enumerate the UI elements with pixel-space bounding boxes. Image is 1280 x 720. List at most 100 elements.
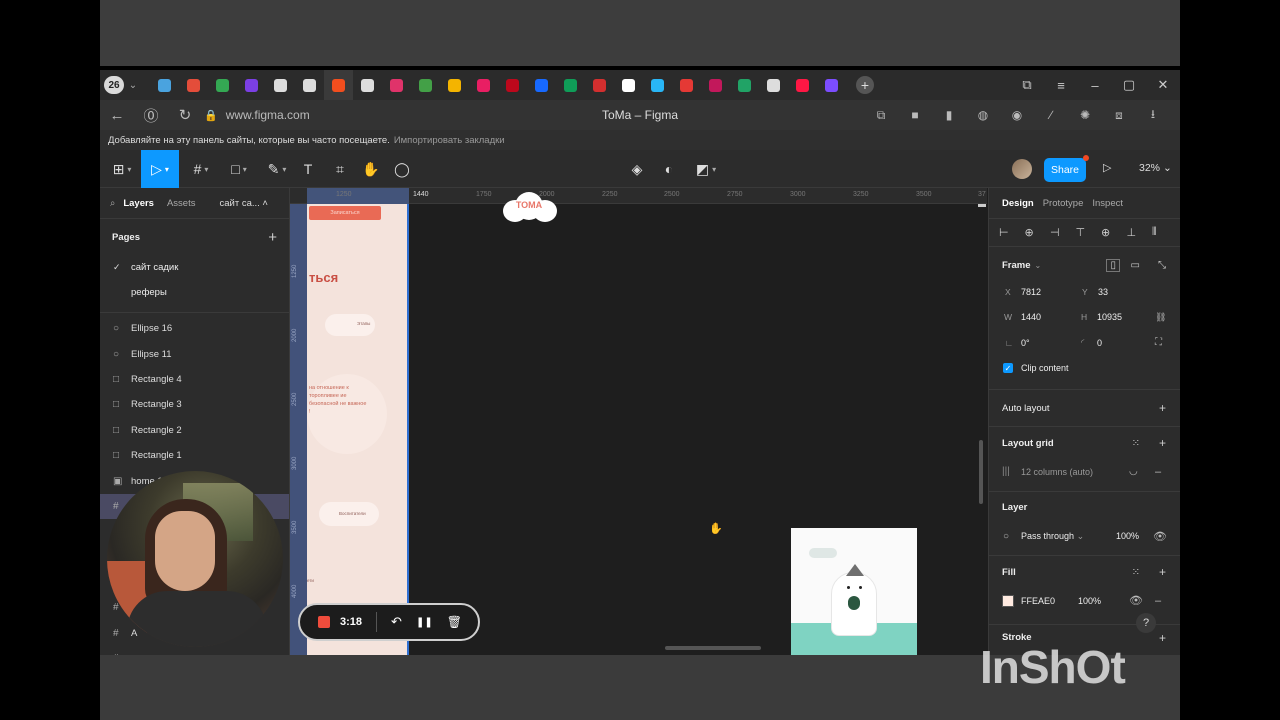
tab-favicon-icon[interactable] [593, 78, 606, 92]
reload-icon[interactable]: ↻ [168, 106, 202, 124]
align-bottom-icon[interactable]: ⊥ [1127, 226, 1153, 239]
download-icon[interactable]: ⭳ [1136, 105, 1170, 126]
import-bookmarks-link[interactable]: Импортировать закладки [394, 135, 505, 146]
tab-favicon-icon[interactable] [187, 78, 200, 92]
remove-grid-button[interactable]: – [1155, 466, 1161, 478]
tab-favicon-icon[interactable] [216, 78, 229, 92]
corner-radius-input[interactable]: 0 [1097, 338, 1102, 348]
url-field[interactable]: www.figma.com [226, 108, 310, 122]
frame-tool-button[interactable]: # ▾ [186, 150, 216, 188]
bookmark-icon[interactable]: ▮ [932, 108, 966, 122]
extension-icon[interactable]: ◉ [1000, 108, 1034, 122]
layer-item[interactable]: ○ Ellipse 16 [100, 316, 289, 341]
align-top-icon[interactable]: ⊤ [1076, 226, 1102, 239]
text-tool-button[interactable]: T [298, 150, 318, 188]
extension-icon[interactable]: ✺ [1068, 108, 1102, 122]
create-component-button[interactable]: ◈ [627, 150, 647, 188]
bear-illustration[interactable] [791, 528, 917, 655]
present-icon[interactable]: ▷ [1103, 161, 1111, 174]
active-tab[interactable] [324, 70, 353, 100]
move-tool-button[interactable]: ▷ ▾ [141, 150, 179, 188]
tab-favicon-icon[interactable] [390, 78, 403, 92]
tab-favicon-icon[interactable] [564, 78, 577, 92]
collections-icon[interactable]: ⧈ [1102, 108, 1136, 123]
menu-icon[interactable]: ≡ [1044, 78, 1078, 93]
w-input[interactable]: 1440 [1021, 312, 1041, 322]
new-tab-button[interactable]: + [856, 76, 874, 94]
camera-icon[interactable]: ■ [898, 108, 932, 122]
avatar[interactable] [1012, 159, 1032, 179]
layer-item[interactable]: #отзывы [100, 646, 289, 655]
tab-prototype[interactable]: Prototype [1043, 198, 1084, 209]
fill-hex-input[interactable]: FFEAE0 [1021, 596, 1055, 606]
grid-styles-icon[interactable]: ⁙ [1132, 438, 1140, 449]
tab-favicon-icon[interactable] [506, 78, 519, 92]
layer-item[interactable]: □ Rectangle 4 [100, 367, 289, 392]
columns-grid-icon[interactable]: ||| [1002, 466, 1010, 477]
stop-recording-button[interactable] [318, 616, 330, 628]
minimize-icon[interactable]: – [1078, 78, 1112, 93]
x-input[interactable]: 7812 [1021, 287, 1041, 297]
frame-signup-button[interactable]: Записаться [309, 206, 381, 220]
tab-favicon-icon[interactable] [535, 78, 548, 92]
align-center-v-icon[interactable]: ⊕ [1101, 226, 1127, 239]
maximize-icon[interactable]: ▢ [1112, 77, 1146, 93]
toma-logo[interactable]: ТОМА [499, 190, 559, 226]
vertical-scrollbar[interactable] [979, 440, 983, 504]
independent-corners-icon[interactable]: ⛶ [1155, 337, 1162, 348]
tab-count-badge[interactable]: 26 [104, 76, 124, 94]
extension-icon[interactable]: ◍ [966, 108, 1000, 122]
tab-favicon-icon[interactable] [767, 78, 780, 92]
tab-favicon-icon[interactable] [651, 78, 664, 92]
tab-favicon-icon[interactable] [245, 78, 258, 92]
constrain-proportions-icon[interactable]: ⛓ [1155, 312, 1166, 323]
align-left-icon[interactable]: ⊢ [999, 226, 1025, 239]
mask-button[interactable]: ◐ [659, 150, 679, 188]
trash-icon[interactable]: 🗑 [447, 615, 462, 629]
resize-to-fit-icon[interactable]: ⤡ [1158, 260, 1166, 271]
undo-icon[interactable]: ↶ [391, 614, 402, 630]
pause-icon[interactable]: ❚❚ [416, 617, 433, 628]
yandex-icon[interactable]: ⓪ [134, 105, 168, 126]
frame-dropdown[interactable]: Frame ⌄ [1002, 260, 1041, 271]
tab-assets[interactable]: Assets [167, 198, 196, 209]
tab-favicon-icon[interactable] [709, 78, 722, 92]
add-layout-grid-button[interactable]: + [1159, 436, 1166, 450]
clip-content-checkbox[interactable]: ✓ [1003, 363, 1013, 374]
tab-favicon-icon[interactable] [448, 78, 461, 92]
hide-icon[interactable]: ◡ [1129, 466, 1138, 477]
tab-favicon-icon[interactable] [303, 78, 316, 92]
tab-favicon-icon[interactable] [419, 78, 432, 92]
align-center-h-icon[interactable]: ⊕ [1025, 226, 1051, 239]
resources-button[interactable]: ⌗ [330, 150, 350, 188]
share-button[interactable]: Share [1044, 158, 1086, 182]
shape-tool-button[interactable]: □ ▾ [224, 150, 254, 188]
hand-tool-button[interactable]: ✋ [361, 150, 381, 188]
h-input[interactable]: 10935 [1097, 312, 1122, 322]
pen-extension-icon[interactable]: ∕ [1034, 108, 1068, 122]
tab-favicon-icon[interactable] [274, 78, 287, 92]
canvas[interactable]: 1250 1440 1750 2000 2250 2500 2750 3000 … [290, 188, 987, 655]
copy-link-icon[interactable]: ⧉ [864, 108, 898, 123]
chevron-down-icon[interactable]: ⌄ [124, 80, 142, 91]
portrait-icon[interactable]: ▯ [1106, 258, 1120, 272]
close-icon[interactable]: ✕ [1146, 77, 1180, 93]
layer-item[interactable]: □ Rectangle 2 [100, 418, 289, 443]
selected-frame[interactable]: Записаться ться Этапы на отношение к тор… [307, 204, 409, 655]
grid-item-label[interactable]: 12 columns (auto) [1021, 467, 1093, 477]
tab-favicon-icon[interactable] [622, 78, 635, 92]
tab-favicon-icon[interactable] [680, 78, 693, 92]
eye-icon[interactable]: 👁 [1129, 594, 1143, 607]
page-selector[interactable]: сайт са... ˄ [219, 198, 268, 209]
landscape-icon[interactable]: ▭ [1131, 260, 1140, 271]
tab-favicon-icon[interactable] [796, 78, 809, 92]
add-stroke-button[interactable]: + [1159, 631, 1166, 645]
add-fill-button[interactable]: + [1159, 565, 1166, 579]
fill-styles-icon[interactable]: ⁙ [1132, 567, 1140, 578]
fill-opacity-input[interactable]: 100% [1078, 596, 1101, 606]
tab-favicon-icon[interactable] [825, 78, 838, 92]
distribute-icon[interactable]: ⫴ [1152, 226, 1178, 239]
tab-design[interactable]: Design [1002, 198, 1034, 209]
comment-tool-button[interactable]: ◯ [392, 150, 412, 188]
page-item[interactable]: ✓ сайт садик [100, 255, 289, 280]
